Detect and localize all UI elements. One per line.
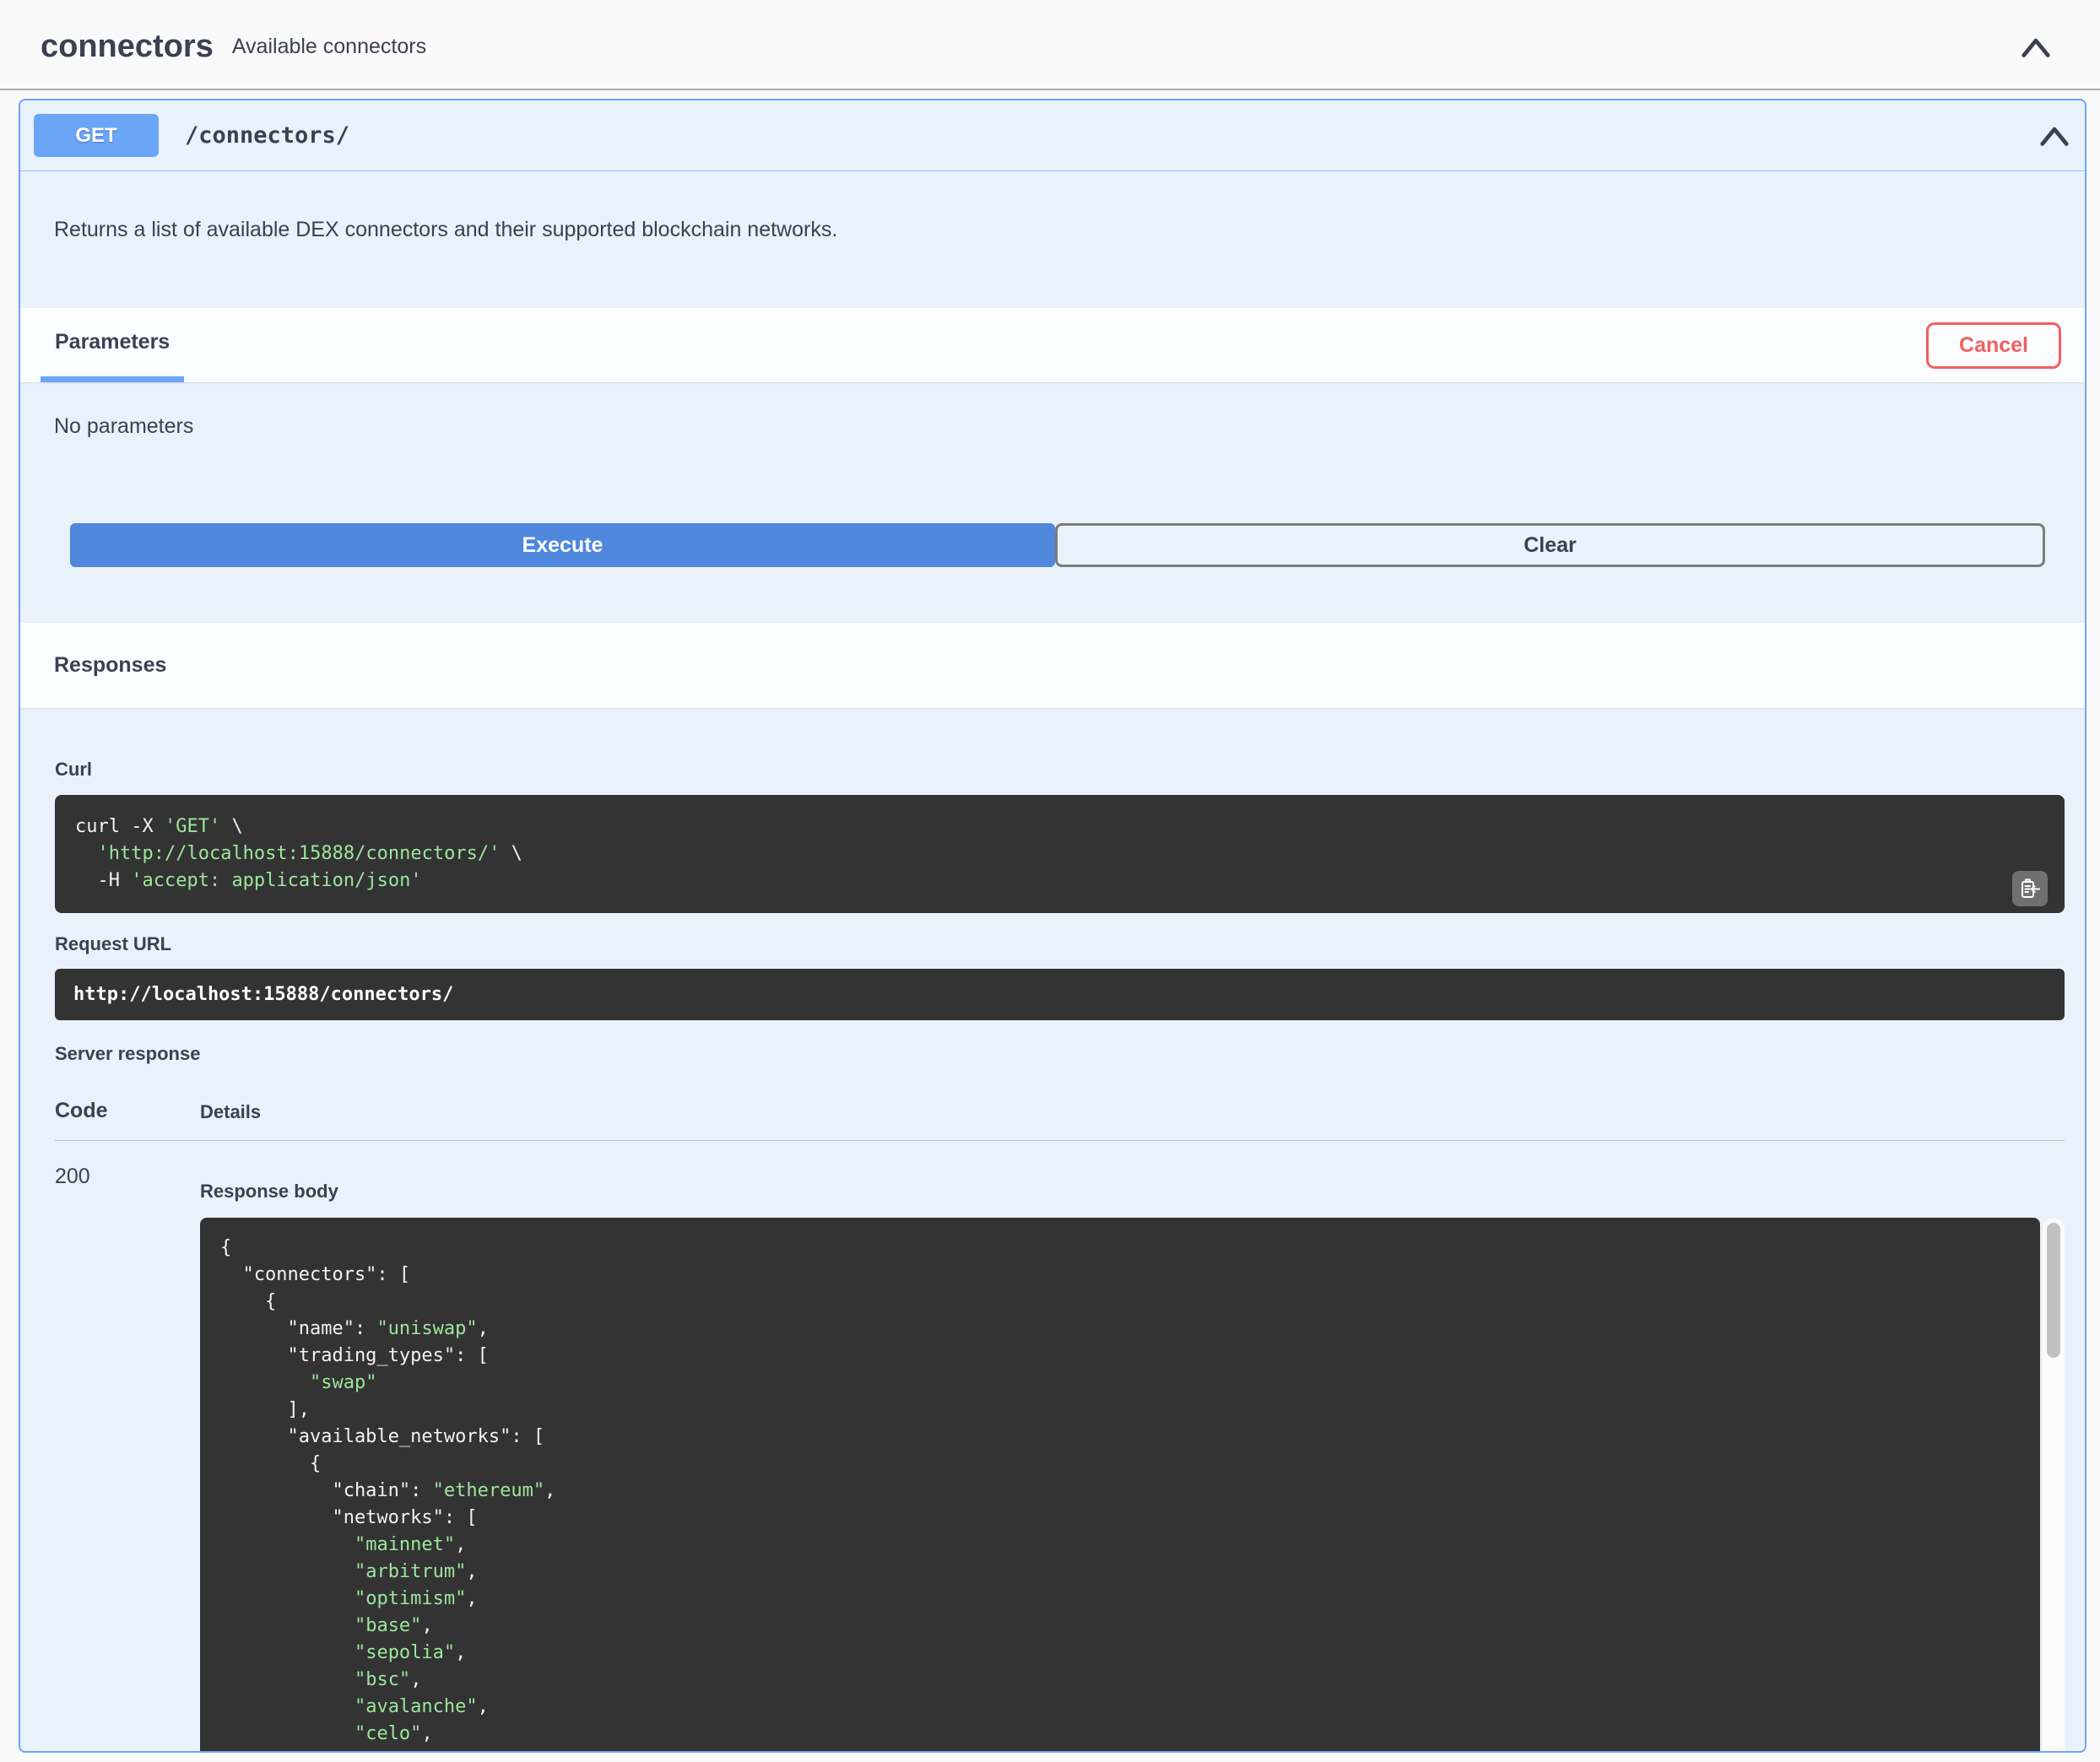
parameters-header: Parameters Cancel bbox=[20, 308, 2085, 382]
response-body-label: Response body bbox=[200, 1141, 2065, 1203]
tag-description: Available connectors bbox=[232, 35, 426, 59]
chevron-up-icon bbox=[2020, 35, 2052, 60]
request-url-label: Request URL bbox=[55, 933, 2065, 955]
tag-title: connectors bbox=[41, 29, 214, 65]
response-body-wrap: { "connectors": [ { "name": "uniswap", "… bbox=[200, 1218, 2065, 1753]
details-column-header: Details bbox=[200, 1101, 261, 1123]
tag-header: connectors Available connectors bbox=[0, 0, 2100, 90]
operation-summary[interactable]: GET /connectors/ bbox=[20, 100, 2085, 171]
request-url-value: http://localhost:15888/connectors/ bbox=[55, 969, 2065, 1020]
server-response-table: Code Details 200 Response body { "connec… bbox=[55, 1099, 2065, 1753]
operation-path: /connectors/ bbox=[185, 122, 349, 149]
status-code: 200 bbox=[55, 1141, 200, 1753]
scrollbar-thumb[interactable] bbox=[2047, 1223, 2060, 1358]
chevron-up-icon bbox=[2038, 123, 2070, 149]
response-body-code: { "connectors": [ { "name": "uniswap", "… bbox=[200, 1218, 2040, 1753]
cancel-button[interactable]: Cancel bbox=[1926, 322, 2061, 369]
responses-header: Responses bbox=[20, 623, 2085, 708]
copy-to-clipboard-button[interactable] bbox=[2012, 871, 2048, 906]
response-body-scrollbar[interactable] bbox=[2043, 1218, 2065, 1753]
response-table-header: Code Details bbox=[55, 1099, 2065, 1141]
curl-command-text: curl -X 'GET' \ 'http://localhost:15888/… bbox=[75, 813, 2044, 895]
code-column-header: Code bbox=[55, 1099, 200, 1123]
response-details-cell: Response body { "connectors": [ { "name"… bbox=[200, 1141, 2065, 1753]
clipboard-icon bbox=[2019, 878, 2041, 900]
collapse-operation-button[interactable] bbox=[2036, 117, 2073, 154]
execute-button-row: Execute Clear bbox=[70, 523, 2045, 567]
curl-command-block: curl -X 'GET' \ 'http://localhost:15888/… bbox=[55, 795, 2065, 913]
parameters-body: No parameters Execute Clear bbox=[20, 382, 2085, 623]
clear-button[interactable]: Clear bbox=[1055, 523, 2045, 567]
operation-description: Returns a list of available DEX connecto… bbox=[20, 171, 2085, 308]
swagger-page: connectors Available connectors GET /con… bbox=[0, 0, 2100, 1762]
method-badge: GET bbox=[34, 114, 159, 157]
response-row-200: 200 Response body { "connectors": [ { "n… bbox=[55, 1141, 2065, 1753]
curl-label: Curl bbox=[55, 759, 2065, 781]
no-parameters-text: No parameters bbox=[54, 414, 2085, 439]
responses-title: Responses bbox=[54, 653, 166, 678]
execute-button[interactable]: Execute bbox=[70, 523, 1055, 567]
collapse-tag-button[interactable] bbox=[2017, 29, 2054, 66]
responses-body: Curl curl -X 'GET' \ 'http://localhost:1… bbox=[20, 708, 2085, 1753]
tab-parameters[interactable]: Parameters bbox=[41, 308, 184, 382]
opblock-get-connectors: GET /connectors/ Returns a list of avail… bbox=[19, 99, 2086, 1753]
server-response-label: Server response bbox=[55, 1043, 2065, 1065]
